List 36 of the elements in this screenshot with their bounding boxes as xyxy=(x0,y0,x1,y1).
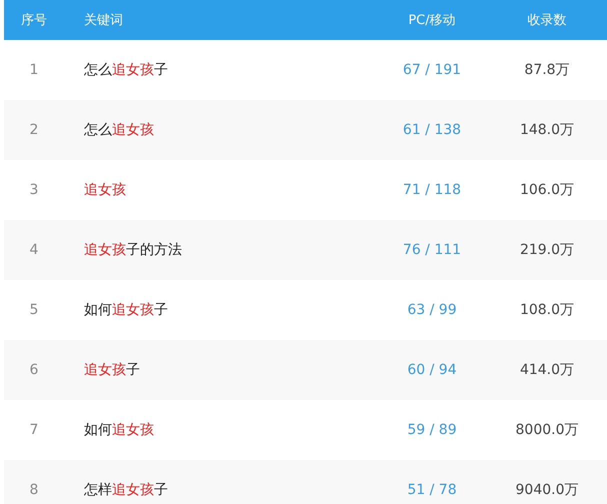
index-count: 108.0万 xyxy=(520,301,574,319)
row-number: 6 xyxy=(30,362,38,378)
column-header: 收录数 xyxy=(528,12,566,29)
index-count: 414.0万 xyxy=(520,361,574,379)
pc-mobile-value: 67 / 191 xyxy=(402,62,462,78)
keyword-text: 如何追女孩子 xyxy=(83,301,169,319)
keyword-text: 怎样追女孩子 xyxy=(83,481,169,499)
column-header: PC/移动 xyxy=(408,12,456,29)
row-number: 8 xyxy=(30,482,38,498)
keyword-text: 追女孩子的方法 xyxy=(83,241,183,259)
index-count: 87.8万 xyxy=(524,61,570,79)
index-count: 8000.0万 xyxy=(516,421,578,439)
pc-mobile-value: 51 / 78 xyxy=(407,482,457,498)
index-count: 219.0万 xyxy=(520,241,574,259)
index-count: 106.0万 xyxy=(520,181,574,199)
row-number: 4 xyxy=(30,242,38,258)
column-header: 关键词 xyxy=(83,12,123,29)
keyword-text: 怎么追女孩 xyxy=(83,121,155,139)
pc-mobile-value: 63 / 99 xyxy=(407,302,457,318)
index-count: 9040.0万 xyxy=(516,481,578,499)
row-number: 2 xyxy=(30,122,38,138)
row-number: 7 xyxy=(30,422,38,438)
pc-mobile-value: 61 / 138 xyxy=(402,122,462,138)
keyword-text: 怎么追女孩子 xyxy=(83,61,169,79)
pc-mobile-value: 76 / 111 xyxy=(402,242,462,258)
row-number: 3 xyxy=(30,182,38,198)
pc-mobile-value: 71 / 118 xyxy=(402,182,462,198)
keyword-text: 如何追女孩 xyxy=(83,421,155,439)
row-number: 5 xyxy=(30,302,38,318)
keyword-text: 追女孩 xyxy=(83,181,127,199)
pc-mobile-value: 60 / 94 xyxy=(407,362,457,378)
row-number: 1 xyxy=(30,62,38,78)
keyword-text: 追女孩子 xyxy=(83,361,141,379)
column-header: 序号 xyxy=(21,12,47,29)
index-count: 148.0万 xyxy=(520,121,574,139)
pc-mobile-value: 59 / 89 xyxy=(407,422,457,438)
